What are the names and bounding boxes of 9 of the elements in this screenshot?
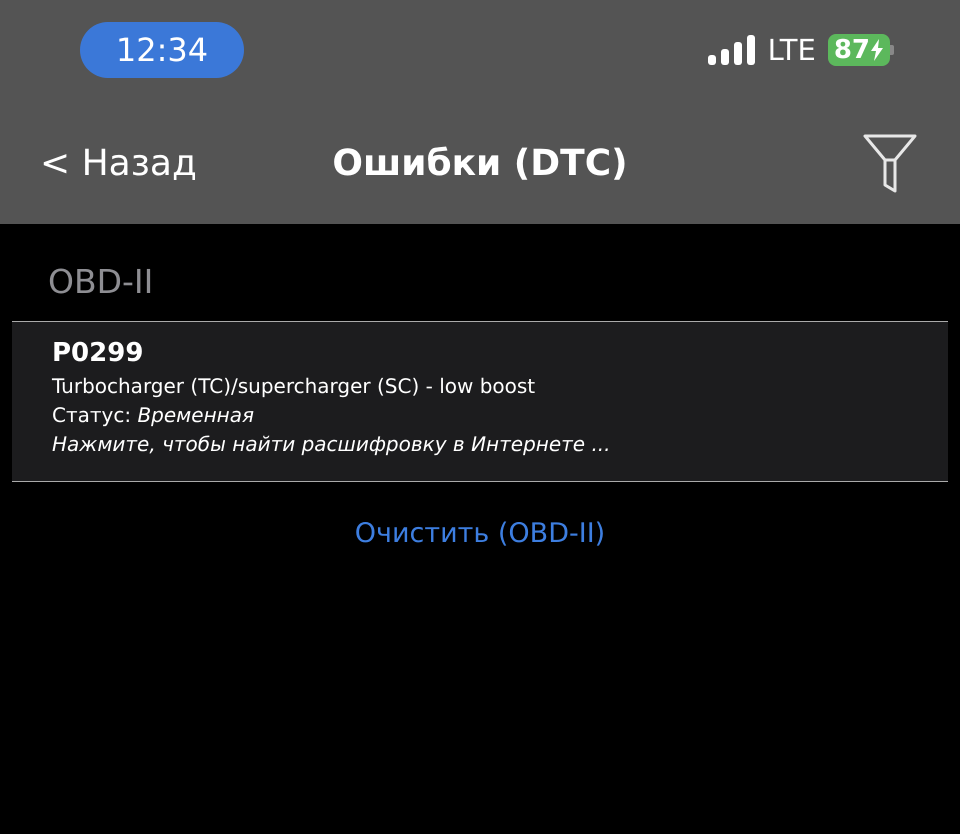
section-title: OBD-II	[47, 261, 154, 303]
network-label: LTE	[768, 33, 816, 67]
filter-icon[interactable]	[862, 133, 918, 193]
error-code-row[interactable]: P0299 Turbocharger (TC)/supercharger (SC) - low boost Статус: Временная Нажмите, чтобы найти расшифровку в Интернете ...	[12, 322, 948, 481]
signal-icon	[708, 35, 756, 65]
back-button[interactable]: < Назад	[40, 142, 197, 184]
clear-button[interactable]: Очистить (OBD-II)	[354, 518, 606, 549]
status-time: 12:34	[80, 22, 244, 78]
screen-title: Ошибки (DTC)	[332, 142, 628, 184]
